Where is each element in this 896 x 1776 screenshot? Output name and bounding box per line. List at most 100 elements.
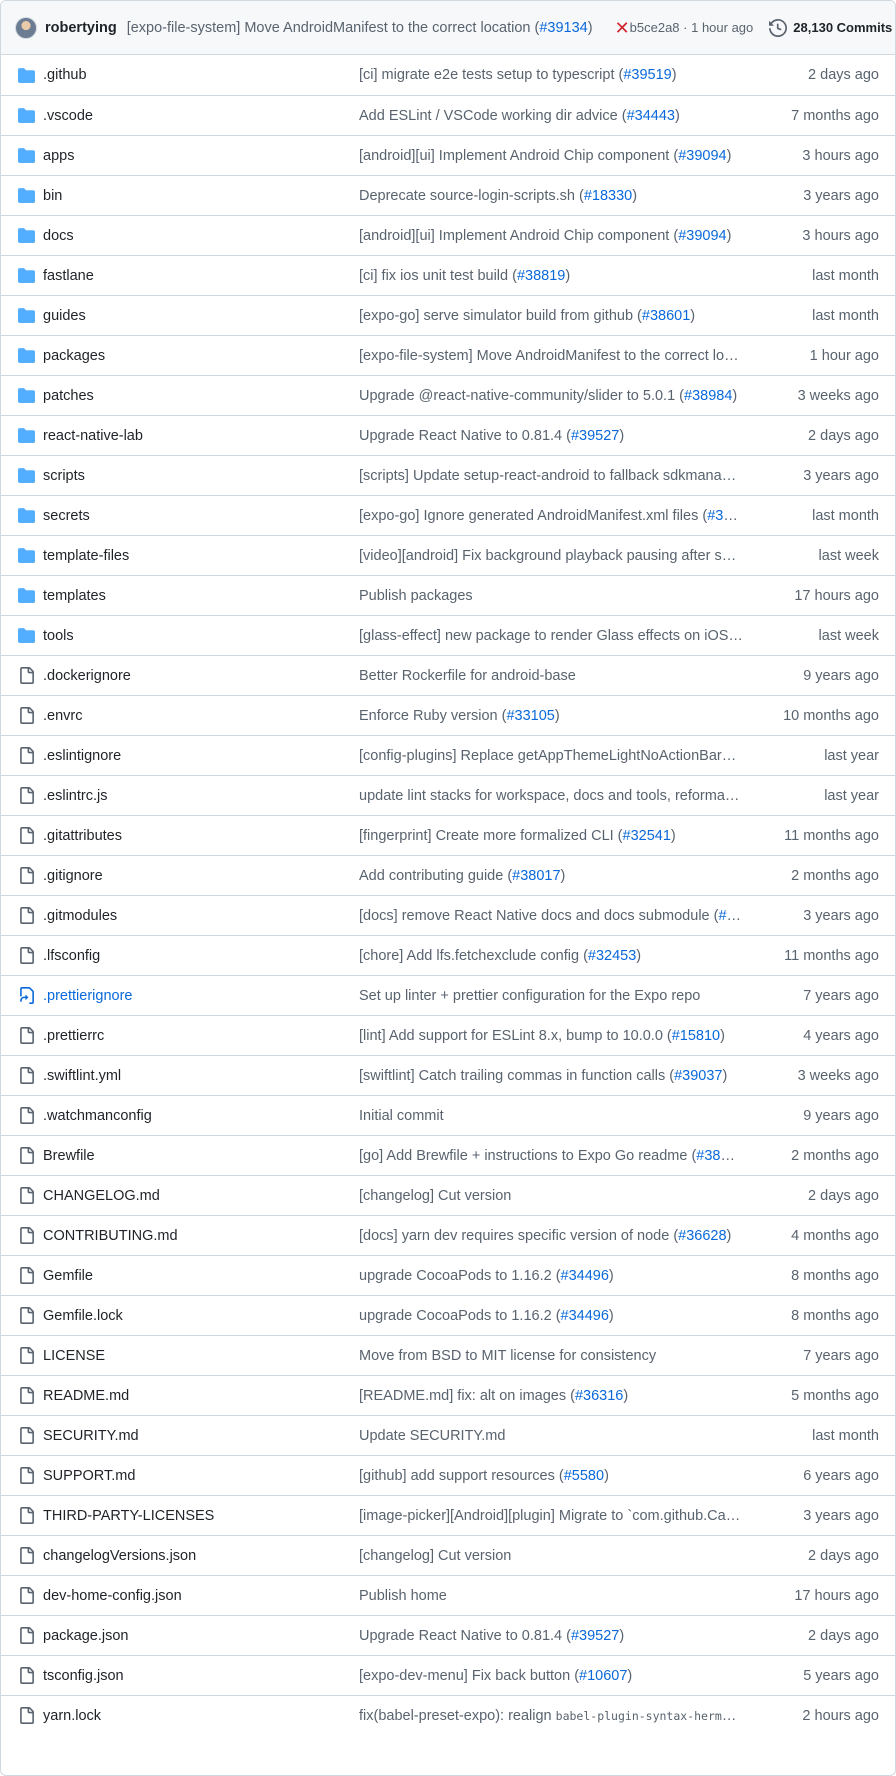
last-commit-message[interactable]: Better Rockerfile for android-base bbox=[359, 668, 743, 684]
last-commit-message[interactable]: Move from BSD to MIT license for consist… bbox=[359, 1348, 743, 1364]
pr-link[interactable]: #38017 bbox=[512, 868, 560, 884]
last-commit-message[interactable]: [scripts] Update setup-react-android to … bbox=[359, 468, 743, 484]
file-name-link[interactable]: SECURITY.md bbox=[43, 1428, 359, 1444]
last-commit-message[interactable]: [config-plugins] Replace getAppThemeLigh… bbox=[359, 748, 743, 764]
author-avatar[interactable] bbox=[15, 16, 37, 39]
pr-link[interactable]: #32541 bbox=[623, 828, 671, 844]
last-commit-message[interactable]: Set up linter + prettier configuration f… bbox=[359, 988, 743, 1004]
file-name-link[interactable]: package.json bbox=[43, 1628, 359, 1644]
file-name-link[interactable]: .dockerignore bbox=[43, 668, 359, 684]
folder-name-link[interactable]: guides bbox=[43, 308, 359, 324]
last-commit-message[interactable]: [expo-file-system] Move AndroidManifest … bbox=[359, 348, 743, 364]
pr-link[interactable]: #38819 bbox=[517, 268, 565, 284]
pr-link[interactable]: #10607 bbox=[579, 1668, 627, 1684]
latest-commit-message[interactable]: [expo-file-system] Move AndroidManifest … bbox=[127, 20, 593, 36]
last-commit-message[interactable]: [docs] remove React Native docs and docs… bbox=[359, 908, 743, 924]
last-commit-message[interactable]: [android][ui] Implement Android Chip com… bbox=[359, 148, 743, 164]
folder-name-link[interactable]: apps bbox=[43, 148, 359, 164]
last-commit-message[interactable]: [changelog] Cut version bbox=[359, 1188, 743, 1204]
file-name-link[interactable]: .watchmanconfig bbox=[43, 1108, 359, 1124]
file-name-link[interactable]: changelogVersions.json bbox=[43, 1548, 359, 1564]
ci-failed-icon[interactable]: ✕ bbox=[615, 19, 630, 37]
last-commit-message[interactable]: Update SECURITY.md bbox=[359, 1428, 743, 1444]
file-name-link[interactable]: yarn.lock bbox=[43, 1708, 359, 1724]
pr-link[interactable]: #39527 bbox=[571, 428, 619, 444]
pr-link[interactable]: #18330 bbox=[584, 188, 632, 204]
last-commit-message[interactable]: Upgrade @react-native-community/slider t… bbox=[359, 388, 743, 404]
pr-link[interactable]: #32453 bbox=[588, 948, 636, 964]
last-commit-message[interactable]: Deprecate source-login-scripts.sh (#1833… bbox=[359, 188, 743, 204]
pr-link[interactable]: #15810 bbox=[672, 1028, 720, 1044]
pr-link[interactable]: #39037 bbox=[674, 1068, 722, 1084]
last-commit-message[interactable]: [android][ui] Implement Android Chip com… bbox=[359, 228, 743, 244]
file-name-link[interactable]: .gitattributes bbox=[43, 828, 359, 844]
last-commit-message[interactable]: [go] Add Brewfile + instructions to Expo… bbox=[359, 1148, 743, 1164]
pr-link[interactable]: #33105 bbox=[506, 708, 554, 724]
last-commit-message[interactable]: Add ESLint / VSCode working dir advice (… bbox=[359, 108, 743, 124]
file-name-link[interactable]: dev-home-config.json bbox=[43, 1588, 359, 1604]
folder-name-link[interactable]: patches bbox=[43, 388, 359, 404]
last-commit-message[interactable]: update lint stacks for workspace, docs a… bbox=[359, 788, 743, 804]
last-commit-message[interactable]: Upgrade React Native to 0.81.4 (#39527) bbox=[359, 1628, 743, 1644]
file-name-link[interactable]: .swiftlint.yml bbox=[43, 1068, 359, 1084]
last-commit-message[interactable]: Upgrade React Native to 0.81.4 (#39527) bbox=[359, 428, 743, 444]
file-name-link[interactable]: .prettierignore bbox=[43, 988, 359, 1004]
file-name-link[interactable]: .gitignore bbox=[43, 868, 359, 884]
pr-link[interactable]: #39519 bbox=[623, 67, 671, 83]
last-commit-message[interactable]: [lint] Add support for ESLint 8.x, bump … bbox=[359, 1028, 743, 1044]
folder-name-link[interactable]: .vscode bbox=[43, 108, 359, 124]
pr-link[interactable]: #386... bbox=[707, 508, 743, 524]
folder-name-link[interactable]: fastlane bbox=[43, 268, 359, 284]
file-name-link[interactable]: LICENSE bbox=[43, 1348, 359, 1364]
last-commit-message[interactable]: Publish home bbox=[359, 1588, 743, 1604]
pr-link[interactable]: #34496 bbox=[561, 1268, 609, 1284]
folder-name-link[interactable]: bin bbox=[43, 188, 359, 204]
pr-link[interactable]: #38601 bbox=[642, 308, 690, 324]
file-name-link[interactable]: Gemfile.lock bbox=[43, 1308, 359, 1324]
commit-author[interactable]: robertying bbox=[45, 20, 117, 36]
last-commit-message[interactable]: [chore] Add lfs.fetchexclude config (#32… bbox=[359, 948, 743, 964]
file-name-link[interactable]: README.md bbox=[43, 1388, 359, 1404]
file-name-link[interactable]: .prettierrc bbox=[43, 1028, 359, 1044]
commits-history-link[interactable]: 28,130 Commits bbox=[769, 18, 892, 37]
folder-name-link[interactable]: react-native-lab bbox=[43, 428, 359, 444]
last-commit-message[interactable]: [README.md] fix: alt on images (#36316) bbox=[359, 1388, 743, 1404]
commit-sha[interactable]: b5ce2a8 bbox=[630, 20, 680, 35]
last-commit-message[interactable]: [expo-go] Ignore generated AndroidManife… bbox=[359, 508, 743, 524]
pr-link[interactable]: #34496 bbox=[561, 1308, 609, 1324]
pr-link[interactable]: #34443 bbox=[627, 108, 675, 124]
folder-name-link[interactable]: templates bbox=[43, 588, 359, 604]
file-name-link[interactable]: .eslintrc.js bbox=[43, 788, 359, 804]
file-name-link[interactable]: tsconfig.json bbox=[43, 1668, 359, 1684]
file-name-link[interactable]: SUPPORT.md bbox=[43, 1468, 359, 1484]
last-commit-message[interactable]: [video][android] Fix background playback… bbox=[359, 548, 743, 564]
last-commit-message[interactable]: [docs] yarn dev requires specific versio… bbox=[359, 1228, 743, 1244]
folder-name-link[interactable]: scripts bbox=[43, 468, 359, 484]
last-commit-message[interactable]: fix(babel-preset-expo): realign babel-pl… bbox=[359, 1708, 743, 1724]
folder-name-link[interactable]: secrets bbox=[43, 508, 359, 524]
last-commit-message[interactable]: Publish packages bbox=[359, 588, 743, 604]
file-name-link[interactable]: .envrc bbox=[43, 708, 359, 724]
file-name-link[interactable]: Brewfile bbox=[43, 1148, 359, 1164]
last-commit-message[interactable]: Initial commit bbox=[359, 1108, 743, 1124]
pr-link[interactable]: #5580 bbox=[564, 1468, 604, 1484]
last-commit-message[interactable]: [swiftlint] Catch trailing commas in fun… bbox=[359, 1068, 743, 1084]
folder-name-link[interactable]: tools bbox=[43, 628, 359, 644]
last-commit-message[interactable]: Enforce Ruby version (#33105) bbox=[359, 708, 743, 724]
last-commit-message[interactable]: [fingerprint] Create more formalized CLI… bbox=[359, 828, 743, 844]
last-commit-message[interactable]: upgrade CocoaPods to 1.16.2 (#34496) bbox=[359, 1308, 743, 1324]
last-commit-message[interactable]: [changelog] Cut version bbox=[359, 1548, 743, 1564]
file-name-link[interactable]: .gitmodules bbox=[43, 908, 359, 924]
folder-name-link[interactable]: .github bbox=[43, 67, 359, 83]
last-commit-message[interactable]: [glass-effect] new package to render Gla… bbox=[359, 628, 743, 644]
pr-link[interactable]: #39094 bbox=[678, 148, 726, 164]
pr-link[interactable]: #36316 bbox=[575, 1388, 623, 1404]
last-commit-message[interactable]: [ci] fix ios unit test build (#38819) bbox=[359, 268, 743, 284]
pr-link[interactable]: #36628 bbox=[678, 1228, 726, 1244]
last-commit-message[interactable]: [expo-dev-menu] Fix back button (#10607) bbox=[359, 1668, 743, 1684]
last-commit-message[interactable]: [ci] migrate e2e tests setup to typescri… bbox=[359, 67, 743, 83]
file-name-link[interactable]: CHANGELOG.md bbox=[43, 1188, 359, 1204]
pr-link[interactable]: #39527 bbox=[571, 1628, 619, 1644]
folder-name-link[interactable]: docs bbox=[43, 228, 359, 244]
last-commit-message[interactable]: [image-picker][Android][plugin] Migrate … bbox=[359, 1508, 743, 1524]
